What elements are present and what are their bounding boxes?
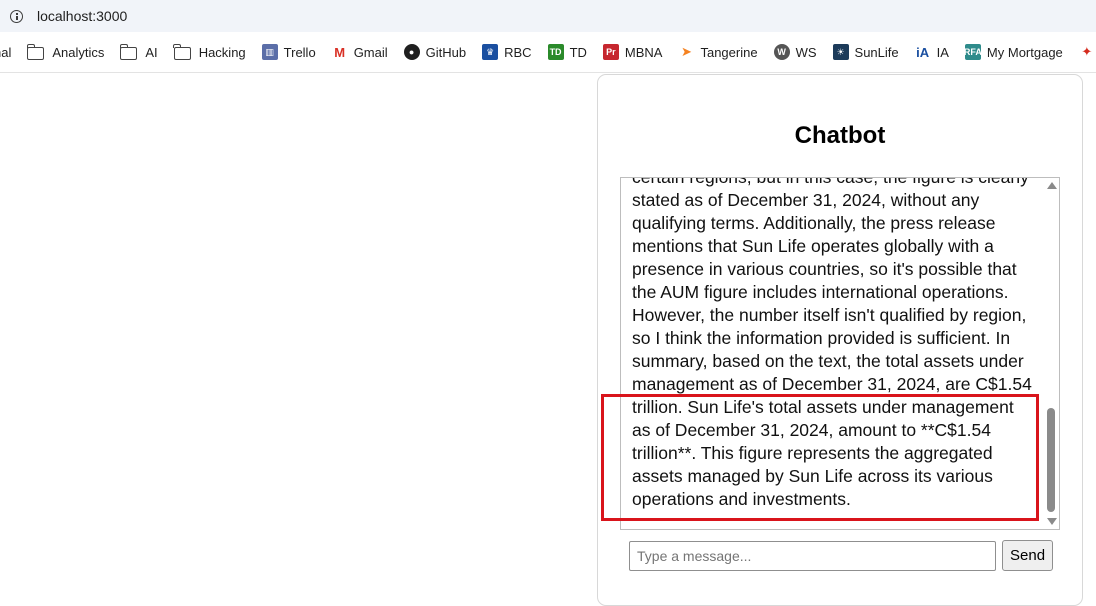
messages-area[interactable]: certain regions, but in this case, the f… [620,177,1060,530]
bookmark-ia[interactable]: iA IA [915,44,949,60]
bookmark-trello[interactable]: ▥ Trello [261,44,316,60]
messages-scrollbar[interactable] [1043,178,1059,529]
chat-title: Chatbot [794,122,886,149]
address-bar[interactable]: localhost:3000 [0,0,1096,32]
bookmark-tangerine[interactable]: ➤ Tangerine [678,44,758,60]
bookmark-nal[interactable]: nal [0,45,11,60]
bookmark-mbna[interactable]: Pr MBNA [602,44,663,60]
tangerine-icon: ➤ [681,44,692,59]
bookmark-analytics[interactable]: Analytics [26,43,105,60]
github-icon: ● [403,44,420,60]
bookmark-my-mortgage[interactable]: RFA My Mortgage [964,44,1063,60]
ws-icon: W [773,44,790,60]
scroll-down-arrow-icon[interactable] [1047,518,1057,525]
scrollbar-thumb[interactable] [1047,408,1055,512]
sunlife-icon: ☀ [832,44,849,60]
mbna-icon: Pr [602,44,619,60]
chat-panel: Chatbot certain regions, but in this cas… [597,74,1083,606]
bookmark-td[interactable]: TD TD [547,44,587,60]
folder-icon [119,43,138,60]
bookmark-label: Trello [283,44,316,60]
bookmark-rbc[interactable]: ♛ RBC [482,44,532,60]
bookmark-label: MBNA [624,44,663,60]
bookmark-gmail[interactable]: M Gmail [332,44,388,60]
bookmark-hacking[interactable]: Hacking [173,43,246,60]
rbc-icon: ♛ [482,44,499,60]
bookmark-cra[interactable]: ✦CRA [1079,44,1096,60]
bookmark-label: nal [0,44,12,60]
folder-icon [173,43,191,60]
bookmark-ws[interactable]: W WS [773,44,817,60]
maple-leaf-icon: ✦ [1081,44,1093,59]
bookmark-label: Analytics [52,44,105,60]
bookmark-label: RBC [504,44,532,60]
send-button[interactable]: Send [1002,540,1054,571]
bookmark-label: Tangerine [700,44,758,60]
bookmark-github[interactable]: ● GitHub [403,44,467,60]
bot-message: certain regions, but in this case, the f… [632,177,1032,509]
bookmark-label: Hacking [198,44,246,60]
bookmark-label: AI [145,44,158,60]
bookmark-sunlife[interactable]: ☀ SunLife [832,44,899,60]
message-input[interactable] [629,540,996,571]
bookmark-label: GitHub [425,44,467,60]
td-icon: TD [547,44,564,60]
bookmark-label: TD [569,44,587,60]
info-icon[interactable] [10,9,23,23]
bookmark-label: IA [936,44,949,60]
folder-icon [26,43,45,60]
ia-icon: iA [916,44,930,60]
gmail-icon: M [334,44,346,60]
scroll-up-arrow-icon[interactable] [1047,182,1057,189]
rfa-icon: RFA [964,44,982,60]
bookmark-label: Gmail [353,44,388,60]
url-text[interactable]: localhost:3000 [37,8,127,24]
bookmark-ai[interactable]: AI [119,43,158,60]
bookmark-label: WS [795,44,817,60]
trello-icon: ▥ [261,44,278,60]
bookmark-label: My Mortgage [986,44,1063,60]
message-input-row: Send [629,540,1054,571]
bookmarks-bar: nal Analytics AI Hacking ▥ Trello M Gmail ● GitHu… [0,32,1096,73]
bookmark-label: SunLife [854,44,899,60]
